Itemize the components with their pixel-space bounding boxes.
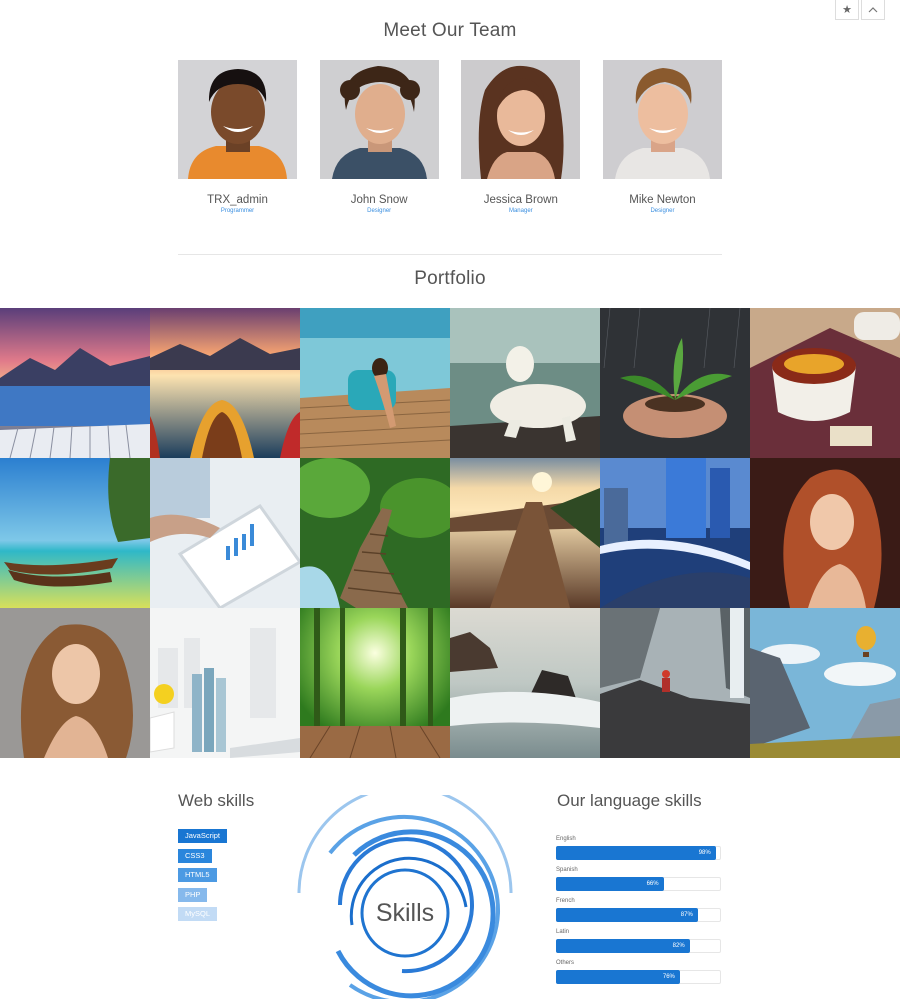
portfolio-tile-city-highway[interactable] <box>600 458 750 608</box>
web-skills-title: Web skills <box>178 791 255 810</box>
skills-circle: Skills <box>297 795 513 999</box>
portfolio-section-title: Portfolio <box>414 268 486 289</box>
member-name[interactable]: TRX_admin <box>178 194 297 206</box>
chevron-up-icon <box>868 6 878 12</box>
progress-percent: 66% <box>646 881 659 887</box>
portfolio-tile-waterfall-hiker[interactable] <box>600 608 750 758</box>
language-label: Spanish <box>556 867 578 873</box>
portfolio-tile-longtail-boats[interactable] <box>0 458 150 608</box>
portfolio-tile-brunette-woman[interactable] <box>0 608 150 758</box>
progress-percent: 82% <box>672 943 685 949</box>
portfolio-tile-polar-bear[interactable] <box>450 308 600 458</box>
language-skill-row: Latin 82% <box>556 929 721 960</box>
team-section-title: Meet Our Team <box>383 20 517 41</box>
progress-percent: 98% <box>698 850 711 856</box>
member-role: Designer <box>650 208 675 214</box>
language-skill-row: French 87% <box>556 898 721 929</box>
progress-fill: 66% <box>556 877 664 891</box>
team-member[interactable]: Jessica Brown Manager <box>461 60 581 214</box>
portfolio-tile-green-forest[interactable] <box>300 608 450 758</box>
member-name[interactable]: John Snow <box>320 194 439 206</box>
language-skill-bars: English 98% Spanish 66% French 87% Latin… <box>556 836 721 991</box>
progress-percent: 76% <box>662 974 675 980</box>
portfolio-tile-plant-hands[interactable] <box>600 308 750 458</box>
language-skills-title: Our language skills <box>557 791 702 810</box>
favorite-button[interactable]: ★ <box>835 0 859 20</box>
portfolio-tile-canoes-lake[interactable] <box>150 308 300 458</box>
progress-percent: 87% <box>680 912 693 918</box>
skills-ring-outer <box>297 795 513 894</box>
portfolio-tile-sea-rocks[interactable] <box>450 608 600 758</box>
skill-tag[interactable]: MySQL <box>178 907 218 921</box>
member-role: Programmer <box>220 208 255 214</box>
skill-tag[interactable]: JavaScript <box>178 829 228 843</box>
team-member[interactable]: Mike Newton Designer <box>602 60 722 214</box>
progress-fill: 82% <box>556 939 690 953</box>
portfolio-tile-tablet-chart[interactable] <box>150 458 300 608</box>
team-member[interactable]: John Snow Designer <box>319 60 439 214</box>
language-skill-row: English 98% <box>556 836 721 867</box>
portfolio-grid <box>0 308 900 758</box>
language-label: French <box>556 898 575 904</box>
member-name[interactable]: Mike Newton <box>603 194 722 206</box>
skill-tag[interactable]: PHP <box>178 887 208 902</box>
portfolio-tile-pool-deck-woman[interactable] <box>300 308 450 458</box>
star-icon: ★ <box>842 4 852 16</box>
portfolio-tile-bridge-sunset[interactable] <box>450 458 600 608</box>
member-photo[interactable] <box>178 60 297 179</box>
portfolio-tile-chili-bowl[interactable] <box>750 308 900 458</box>
skill-tag[interactable]: CSS3 <box>178 848 212 863</box>
portfolio-tile-forest-boardwalk[interactable] <box>300 458 450 608</box>
language-skill-row: Spanish 66% <box>556 867 721 898</box>
member-role: Designer <box>367 208 392 214</box>
progress-fill: 98% <box>556 846 716 860</box>
member-name[interactable]: Jessica Brown <box>461 194 580 206</box>
team-member[interactable]: TRX_admin Programmer <box>178 60 297 214</box>
language-label: English <box>556 836 576 842</box>
member-role: Manager <box>508 208 533 214</box>
progress-track: 82% <box>556 939 721 953</box>
team-grid: TRX_admin Programmer John Snow Designer … <box>178 60 722 214</box>
progress-track: 87% <box>556 908 721 922</box>
portfolio-tile-mountain-lake-pier[interactable] <box>0 308 150 458</box>
progress-track: 66% <box>556 877 721 891</box>
scroll-top-button[interactable] <box>861 0 885 20</box>
member-photo[interactable] <box>319 60 439 179</box>
language-skill-row: Others 76% <box>556 960 721 991</box>
skill-tag[interactable]: HTML5 <box>178 868 217 882</box>
progress-track: 98% <box>556 846 721 860</box>
progress-fill: 87% <box>556 908 698 922</box>
language-label: Others <box>556 960 575 966</box>
section-divider <box>178 254 722 255</box>
member-photo[interactable] <box>461 60 581 179</box>
portfolio-tile-balloon-valley[interactable] <box>750 608 900 758</box>
progress-fill: 76% <box>556 970 680 984</box>
member-photo[interactable] <box>602 60 722 179</box>
language-label: Latin <box>556 929 570 935</box>
skills-circle-label: Skills <box>376 899 434 927</box>
web-skill-tags: JavaScript CSS3 HTML5 PHP MySQL <box>178 829 228 927</box>
portfolio-tile-books-laptop[interactable] <box>150 608 300 758</box>
corner-tools: ★ <box>835 0 885 20</box>
progress-track: 76% <box>556 970 721 984</box>
portfolio-tile-redhead-woman[interactable] <box>750 458 900 608</box>
